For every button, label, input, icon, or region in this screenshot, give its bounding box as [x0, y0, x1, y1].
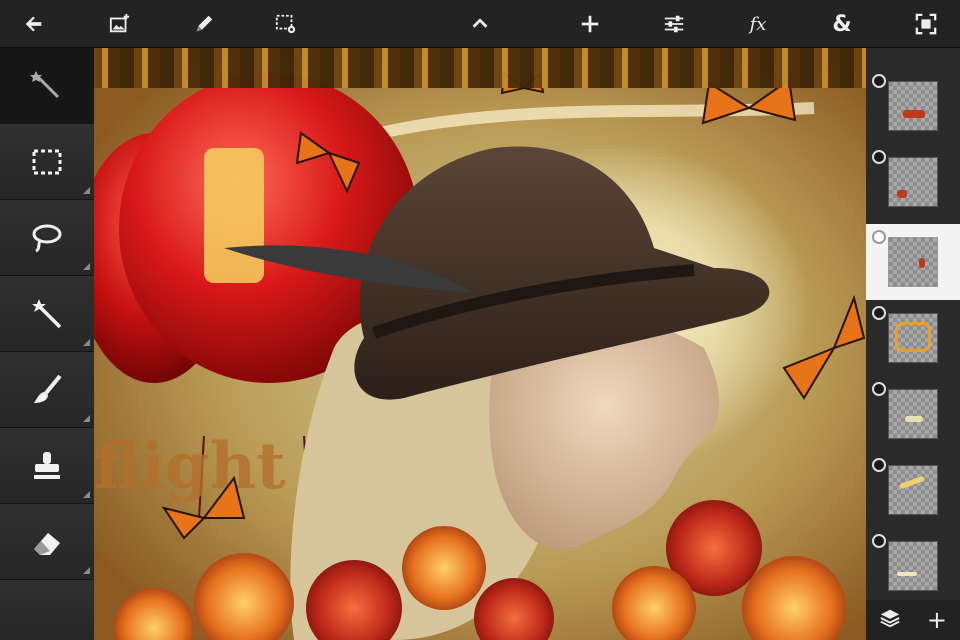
lasso-icon [32, 224, 62, 252]
collapse-button[interactable] [456, 0, 504, 48]
tool-options-indicator [83, 491, 90, 498]
layer-item[interactable] [866, 144, 960, 220]
ampersand-icon: & [832, 11, 852, 37]
fullscreen-button[interactable] [902, 0, 950, 48]
pencil-icon [196, 15, 213, 32]
brush-icon [34, 374, 62, 403]
eraser-icon [34, 532, 60, 555]
add-image-icon [109, 13, 130, 33]
layer-visibility-toggle[interactable] [872, 382, 886, 396]
layer-item-selected[interactable] [866, 224, 960, 300]
effects-icon: fx [749, 13, 767, 35]
tool-magic-wand-top[interactable] [0, 48, 94, 124]
layer-thumbnail [888, 541, 938, 591]
layer-thumbnail [888, 465, 938, 515]
tool-more[interactable] [0, 580, 94, 640]
add-image-button[interactable] [96, 0, 144, 48]
tool-brush[interactable] [0, 352, 94, 428]
layers-toggle-button[interactable] [879, 607, 901, 633]
adjustments-button[interactable] [650, 0, 698, 48]
fullscreen-icon [915, 13, 937, 35]
back-arrow-icon [25, 16, 42, 32]
magic-wand-icon [30, 70, 60, 98]
add-button[interactable] [566, 0, 614, 48]
magic-wand-icon [32, 298, 62, 328]
stamp-icon [34, 451, 60, 479]
layer-visibility-toggle[interactable] [872, 150, 886, 164]
tool-sidebar [0, 48, 94, 640]
layer-thumbnail [888, 157, 938, 207]
layer-thumbnail [888, 237, 938, 287]
layer-item[interactable] [866, 300, 960, 376]
adjustments-icon [664, 15, 684, 33]
layer-visibility-toggle[interactable] [872, 74, 886, 88]
layer-visibility-toggle[interactable] [872, 230, 886, 244]
combine-button[interactable]: & [818, 0, 866, 48]
tool-options-indicator [83, 567, 90, 574]
layer-item[interactable] [866, 452, 960, 528]
image-canvas[interactable]: flight [94, 48, 866, 640]
layer-thumbnail [888, 313, 938, 363]
effects-button[interactable]: fx [734, 0, 782, 48]
tool-options-indicator [83, 263, 90, 270]
tool-lasso[interactable] [0, 200, 94, 276]
selection-settings-icon [275, 14, 296, 34]
tool-options-indicator [83, 415, 90, 422]
layer-visibility-toggle[interactable] [872, 534, 886, 548]
tool-magic-wand[interactable] [0, 276, 94, 352]
layers-icon [880, 609, 900, 628]
back-button[interactable] [10, 0, 58, 48]
tool-rectangle-select[interactable] [0, 124, 94, 200]
layer-visibility-toggle[interactable] [872, 306, 886, 320]
pencil-button[interactable] [180, 0, 228, 48]
layer-thumbnail [888, 389, 938, 439]
artwork-image: flight [94, 71, 866, 640]
add-layer-button[interactable]: + [927, 608, 947, 632]
rectangle-select-icon [32, 149, 62, 174]
tool-eraser[interactable] [0, 504, 94, 580]
chevron-up-icon [472, 18, 488, 28]
layer-item[interactable] [866, 376, 960, 452]
plus-icon [581, 15, 599, 33]
tool-options-indicator [83, 339, 90, 346]
artwork-frame-border [0, 48, 960, 88]
top-toolbar: fx & [0, 0, 960, 48]
artwork-title-text: flight [94, 429, 286, 504]
layers-footer: + [866, 600, 960, 640]
selection-settings-button[interactable] [262, 0, 310, 48]
layers-panel [866, 48, 960, 640]
layer-item[interactable] [866, 528, 960, 604]
layer-thumbnail [888, 81, 938, 131]
tool-options-indicator [83, 187, 90, 194]
layer-item[interactable] [866, 68, 960, 144]
layer-visibility-toggle[interactable] [872, 458, 886, 472]
tool-stamp[interactable] [0, 428, 94, 504]
